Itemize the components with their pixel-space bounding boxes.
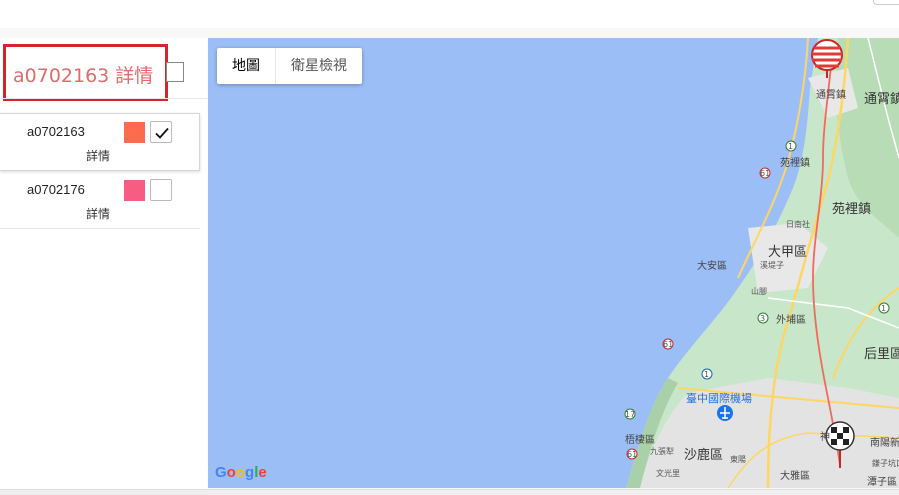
place-label: 外埔區	[776, 315, 806, 326]
route-number: 61	[663, 340, 674, 349]
vehicle-checkbox[interactable]	[150, 179, 172, 201]
route-number: 3	[760, 314, 766, 323]
place-label: 梧棲區	[625, 435, 655, 446]
route-number: 61	[760, 169, 771, 178]
place-label: 苑裡鎮	[832, 202, 872, 217]
place-label: 大雅區	[780, 471, 810, 482]
check-icon	[155, 127, 169, 139]
place-label: 南陽新	[870, 438, 899, 449]
route-number: 1	[704, 370, 710, 379]
map-canvas	[624, 38, 899, 488]
vehicle-row-selected[interactable]: a0702163 詳情	[0, 113, 200, 171]
route-number: 17	[625, 410, 636, 419]
detail-title: a0702163 詳情	[13, 65, 154, 87]
place-label: 通霄鎮	[864, 92, 899, 107]
map-button[interactable]: 地圖	[217, 48, 275, 84]
vehicle-id: a0702176	[27, 182, 85, 197]
place-label: 文光里	[656, 469, 680, 478]
map-view[interactable]: 地圖 衛星檢視 通霄鎮 通霄鎮 苑裡鎮 苑裡鎮 日南社 大甲區 大安區 溪堤子 …	[208, 38, 899, 488]
vehicle-color-swatch[interactable]	[124, 122, 145, 143]
airport-icon	[717, 405, 733, 421]
place-label: 溪堤子	[760, 261, 784, 270]
sidebar-separator	[0, 98, 208, 99]
top-bar	[0, 0, 899, 28]
google-logo: Google	[215, 464, 267, 481]
row-divider	[0, 228, 200, 229]
place-label: 大安區	[697, 261, 727, 272]
airport-label: 臺中國際機場	[686, 392, 752, 405]
detail-title-box: a0702163 詳情	[3, 44, 168, 101]
top-corner-tab	[873, 0, 899, 5]
place-label: 神	[820, 432, 830, 443]
bottom-bar	[0, 489, 899, 495]
vehicle-details-link[interactable]: 詳情	[86, 205, 110, 222]
place-label: 東陽	[730, 455, 746, 464]
place-label: 山腳	[751, 287, 767, 296]
place-label: 大甲區	[768, 245, 808, 260]
place-label: 苑裡鎮	[780, 158, 810, 169]
place-label: 沙鹿區	[684, 448, 724, 463]
vehicle-checkbox[interactable]	[150, 121, 172, 143]
vehicle-id: a0702163	[27, 124, 85, 139]
title-checkbox[interactable]	[166, 62, 184, 82]
place-label: 潭子區	[867, 477, 897, 488]
place-label: 后里區	[864, 347, 899, 362]
route-number: 1	[788, 142, 794, 151]
vehicle-color-swatch[interactable]	[124, 180, 145, 201]
route-number: 61	[627, 450, 638, 459]
vehicle-row[interactable]: a0702176 詳情	[0, 172, 200, 230]
satellite-button[interactable]: 衛星檢視	[275, 48, 362, 84]
map-type-control: 地圖 衛星檢視	[217, 48, 362, 84]
place-label: 通霄鎮	[816, 90, 846, 101]
route-number: 1	[881, 304, 887, 313]
place-label: 九張犁	[650, 447, 674, 456]
place-label: 鎌子坑口	[872, 459, 899, 468]
vehicle-details-link[interactable]: 詳情	[86, 147, 110, 164]
place-label: 日南社	[786, 220, 810, 229]
vehicle-sidebar	[0, 38, 208, 490]
